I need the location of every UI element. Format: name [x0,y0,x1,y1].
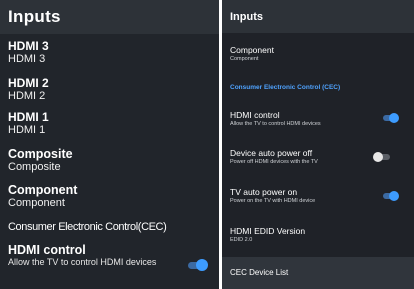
input-item-title: Composite [8,147,73,161]
component-title: Component [230,45,274,55]
tv-auto-power-on-subtitle: Power on the TV with HDMI device [230,198,316,204]
input-item-subtitle: HDMI 2 [8,90,46,102]
hdmi-control-title: HDMI control [8,243,86,257]
left-header: Inputs [0,0,219,34]
input-item-subtitle: HDMI 3 [8,53,46,65]
hdmi-control-toggle[interactable] [381,113,399,123]
input-item-title: HDMI 1 [8,110,49,124]
hdmi-control-subtitle: Allow the TV to control HDMI devices [8,257,157,267]
cec-section-label: Consumer Electronic Control (CEC) [230,84,341,91]
input-item-subtitle: Composite [8,161,61,173]
cec-label: Consumer Electronic Control(CEC) [8,221,167,233]
input-item-hdmi-3[interactable]: HDMI 3 HDMI 3 [8,39,213,66]
inputs-panel-right: Inputs Component Component Consumer Elec… [222,0,414,289]
input-item-title: Component [8,183,78,197]
tv-auto-power-on-item[interactable]: TV auto power on Power on the TV with HD… [230,187,406,205]
input-item-title: HDMI 3 [8,39,49,53]
input-item-hdmi-1[interactable]: HDMI 1 HDMI 1 [8,110,213,137]
hdmi-control-item[interactable]: HDMI control Allow the TV to control HDM… [8,244,213,268]
toggle-knob [389,191,399,201]
right-header: Inputs [222,0,414,33]
hdmi-control-toggle[interactable] [186,259,208,271]
hdmi-control-item[interactable]: HDMI control Allow the TV to control HDM… [230,110,406,128]
toggle-knob [389,113,399,123]
input-item-subtitle: Component [8,197,65,209]
tv-auto-power-on-title: TV auto power on [230,187,298,197]
tv-auto-power-on-toggle[interactable] [381,191,399,201]
hdmi-edid-version-subtitle: EDID 2.0 [230,237,253,243]
page-title: Inputs [8,7,61,26]
toggle-knob [373,152,383,162]
hdmi-edid-version-title: HDMI EDID Version [230,226,306,236]
cec-item[interactable]: Consumer Electronic Control(CEC) [8,221,213,234]
hdmi-control-subtitle: Allow the TV to control HDMI devices [230,121,321,127]
hdmi-edid-version-item[interactable]: HDMI EDID Version EDID 2.0 [230,226,406,244]
input-item-hdmi-2[interactable]: HDMI 2 HDMI 2 [8,76,213,103]
input-item-subtitle: HDMI 1 [8,124,46,136]
inputs-panel-left: Inputs HDMI 3 HDMI 3 HDMI 2 HDMI 2 HDMI … [0,0,219,289]
page-title: Inputs [230,10,263,23]
device-auto-power-off-toggle[interactable] [373,152,391,162]
component-item[interactable]: Component Component [230,45,406,63]
cec-device-list-title: CEC Device List [230,268,289,277]
component-subtitle: Component [230,56,259,62]
toggle-knob [196,259,208,271]
input-item-title: HDMI 2 [8,76,49,90]
hdmi-control-title: HDMI control [230,110,280,120]
cec-device-list-item[interactable]: CEC Device List [222,257,414,289]
input-item-component[interactable]: Component Component [8,183,213,210]
input-item-composite[interactable]: Composite Composite [8,147,213,174]
